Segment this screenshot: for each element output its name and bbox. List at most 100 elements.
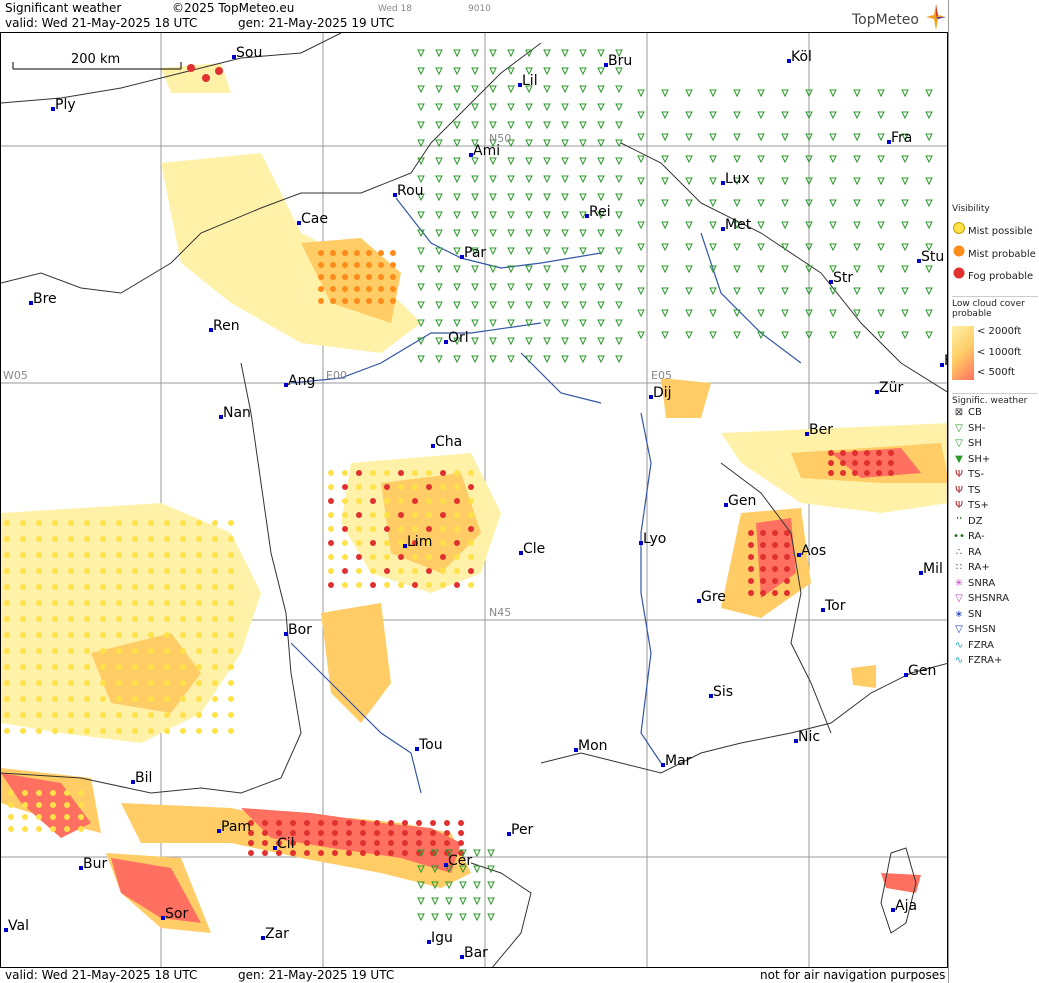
mist-possible-icon: [84, 584, 90, 590]
shower-icon: [431, 913, 439, 922]
mist-possible-icon: [384, 512, 390, 518]
shower-icon: [579, 67, 587, 76]
fog-probable-icon: [290, 820, 296, 826]
shower-icon: [877, 331, 885, 340]
shower-icon: [453, 193, 461, 202]
mist-possible-icon: [196, 616, 202, 622]
shower-icon: [417, 211, 425, 220]
shower-icon: [877, 221, 885, 230]
mist-possible-icon: [4, 520, 10, 526]
shower-icon: [579, 121, 587, 130]
city-label: Tor: [825, 598, 846, 614]
mist-possible-icon: [412, 568, 418, 574]
compass-star-icon: [926, 4, 946, 30]
mist-possible-icon: [116, 584, 122, 590]
shower-icon: [471, 319, 479, 328]
mist-possible-icon: [426, 498, 432, 504]
shower-icon: [525, 121, 533, 130]
shower-icon: [637, 331, 645, 340]
legend-sigwx-label: SH+: [968, 453, 991, 465]
fog-probable-icon: [276, 820, 282, 826]
fog-probable-icon: [360, 850, 366, 856]
city-label: Cer: [448, 853, 473, 869]
shower-icon: [781, 133, 789, 142]
mist-possible-icon: [180, 568, 186, 574]
mist-possible-icon: [398, 526, 404, 532]
shower-icon: [487, 897, 495, 906]
shower-icon: [877, 243, 885, 252]
shower-icon: [561, 175, 569, 184]
valid-time: valid: Wed 21-May-2025 18 UTC: [5, 16, 198, 30]
mist-possible-icon: [228, 584, 234, 590]
shower-icon: [615, 355, 623, 364]
fog-probable-icon: [760, 578, 766, 584]
shower-icon: [453, 211, 461, 220]
shower-icon: [543, 139, 551, 148]
mist-possible-icon: [384, 470, 390, 476]
fog-probable-icon: [454, 498, 460, 504]
mist-possible-icon: [148, 568, 154, 574]
shower-icon: [901, 287, 909, 296]
mist-possible-icon: [148, 632, 154, 638]
shower-icon: [487, 913, 495, 922]
fog-probable-icon: [468, 484, 474, 490]
fog-probable-icon: [356, 470, 362, 476]
mist-possible-icon: [180, 520, 186, 526]
mist-possible-icon: [20, 616, 26, 622]
shower-icon: [471, 103, 479, 112]
mist-possible-icon: [100, 520, 106, 526]
fog-probable-icon: [187, 64, 195, 72]
mist-probable-icon: [366, 298, 372, 304]
shower-icon: [543, 67, 551, 76]
shower-icon: [445, 897, 453, 906]
mist-possible-icon: [196, 632, 202, 638]
legend-sigwx-title: Signific. weather: [952, 393, 1038, 406]
mist-possible-icon: [180, 584, 186, 590]
mist-possible-icon: [4, 600, 10, 606]
shower-icon: [829, 177, 837, 186]
mist-probable-icon: [378, 274, 384, 280]
shower-icon: [829, 133, 837, 142]
shower-icon: [781, 155, 789, 164]
mist-probable-icon: [342, 274, 348, 280]
mist-probable-icon: [354, 250, 360, 256]
shower-icon: [709, 309, 717, 318]
mist-possible-icon: [100, 632, 106, 638]
mist-possible-icon: [384, 554, 390, 560]
fog-probable-icon: [412, 582, 418, 588]
mist-possible-icon: [132, 600, 138, 606]
shower-icon: [489, 175, 497, 184]
mist-possible-icon: [228, 568, 234, 574]
shower-icon: [615, 319, 623, 328]
fog-probable-icon: [318, 820, 324, 826]
legend-sigwx-label: CB: [968, 407, 982, 418]
fog-probable-icon: [370, 582, 376, 588]
mist-possible-icon: [180, 632, 186, 638]
shower-icon: [685, 155, 693, 164]
shower-icon: [597, 229, 605, 238]
legend-lowcloud-2000: < 2000ft: [977, 326, 1022, 337]
mist-probable-icon: [342, 298, 348, 304]
shower-icon: [543, 355, 551, 364]
shower-icon: [543, 103, 551, 112]
mist-possible-icon: [454, 568, 460, 574]
mist-possible-icon: [68, 696, 74, 702]
shower-icon: [561, 229, 569, 238]
shower-icon: [471, 49, 479, 58]
fog-probable-icon: [384, 526, 390, 532]
mist-possible-icon: [52, 632, 58, 638]
shower-icon: [829, 309, 837, 318]
shower-icon: [453, 139, 461, 148]
mist-possible-icon: [228, 632, 234, 638]
fog-probable-icon: [342, 568, 348, 574]
shower-icon: [561, 319, 569, 328]
mist-possible-icon: [384, 540, 390, 546]
fog-probable-icon: [318, 830, 324, 836]
shower-icon: [597, 283, 605, 292]
mist-possible-icon: [78, 790, 84, 796]
mist-possible-icon: [132, 648, 138, 654]
shower-heavy-icon: ▼: [955, 453, 963, 465]
legend-sigwx-label: TS-: [968, 469, 985, 480]
mist-possible-icon: [8, 790, 14, 796]
shower-icon: [709, 133, 717, 142]
